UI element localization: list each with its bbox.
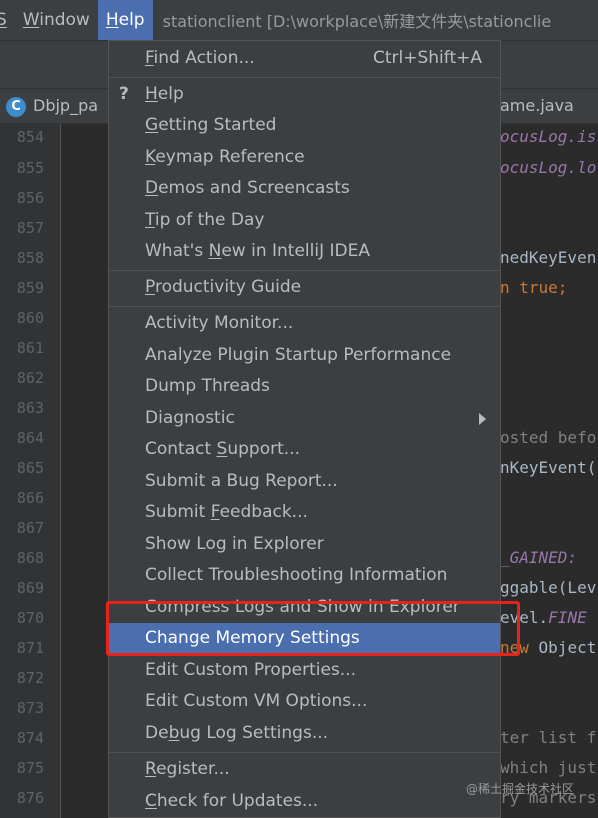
java-class-icon: C [6,96,26,117]
submenu-arrow-icon [479,413,486,425]
menu-item-edit-custom-vm-options[interactable]: Edit Custom VM Options... [109,686,500,717]
line-number: 873 [16,699,44,717]
line-number: 862 [16,369,44,387]
tab-label: ame.java [500,96,574,115]
menu-item-register[interactable]: Register... [109,754,500,785]
line-number: 854 [16,128,44,146]
help-menu: Find Action... Ctrl+Shift+A ? Help Getti… [108,40,501,818]
line-number: 867 [16,519,44,537]
menu-bar: S Window Help stationclient [D:\workplac… [0,0,598,41]
line-number: 876 [16,789,44,807]
menu-separator [109,270,500,271]
menu-item-help[interactable]: ? Help [109,79,500,110]
highlight-box [106,601,520,656]
menu-item-show-log[interactable]: Show Log in Explorer [109,529,500,560]
menubar-item-help[interactable]: Help [97,0,153,40]
code-line: ocusLog.lo [500,158,597,177]
line-number: 861 [16,339,44,357]
watermark: @稀土掘金技术社区 [466,782,575,796]
menu-item-submit-bug-report[interactable]: Submit a Bug Report... [109,466,500,497]
line-number: 868 [16,549,44,567]
help-question-icon: ? [119,84,129,104]
menubar-item-window[interactable]: Window [15,0,98,40]
line-number: 865 [16,459,44,477]
code-line: ter list f [500,728,597,747]
menu-item-submit-feedback[interactable]: Submit Feedback... [109,497,500,528]
menu-item-keymap-reference[interactable]: Keymap Reference [109,142,500,173]
line-number: 871 [16,639,44,657]
window-title: stationclient [D:\workplace\新建文件夹\statio… [162,12,552,31]
line-number: 860 [16,309,44,327]
menu-item-productivity-guide[interactable]: Productivity Guide [109,272,500,303]
line-number: 874 [16,729,44,747]
menu-item-find-action[interactable]: Find Action... Ctrl+Shift+A [109,43,500,74]
line-number: 859 [16,279,44,297]
line-number: 858 [16,249,44,267]
code-line: nedKeyEven [500,248,597,267]
menubar-item-s[interactable]: S [0,0,15,40]
menu-separator [109,752,500,753]
line-number: 864 [16,429,44,447]
menu-item-check-for-updates[interactable]: Check for Updates... [109,786,500,817]
code-line: which just [500,758,597,777]
line-number: 870 [16,609,44,627]
menu-item-getting-started[interactable]: Getting Started [109,110,500,141]
line-number: 856 [16,189,44,207]
menu-item-collect-troubleshooting[interactable]: Collect Troubleshooting Information [109,560,500,591]
menu-separator [109,77,500,78]
line-number: 857 [16,219,44,237]
code-line: _GAINED: [500,548,578,567]
code-line: nKeyEvent( [500,458,597,477]
menu-item-dump-threads[interactable]: Dump Threads [109,371,500,402]
line-number-gutter: 854 855 856 857 858 859 860 861 862 863 … [0,124,61,818]
menu-item-demos-screencasts[interactable]: Demos and Screencasts [109,173,500,204]
code-line: osted befo [500,428,597,447]
menu-item-diagnostic[interactable]: Diagnostic [109,403,500,434]
line-number: 855 [16,159,44,177]
menu-item-debug-log-settings[interactable]: Debug Log Settings... [109,718,500,749]
line-number: 869 [16,579,44,597]
menu-item-whats-new[interactable]: What's New in IntelliJ IDEA [109,236,500,267]
menu-item-activity-monitor[interactable]: Activity Monitor... [109,308,500,339]
line-number: 863 [16,399,44,417]
menu-item-edit-custom-properties[interactable]: Edit Custom Properties... [109,655,500,686]
tab-java-file[interactable]: ame.java [500,89,574,123]
code-line: n true; [500,278,568,297]
menu-separator [109,306,500,307]
line-number: 866 [16,489,44,507]
code-line: ocusLog.is [500,127,597,146]
tab-label: Dbjp_pa [33,96,99,115]
line-number: 875 [16,759,44,777]
code-line: ggable(Lev [500,578,597,597]
menu-item-analyze-plugin[interactable]: Analyze Plugin Startup Performance [109,340,500,371]
line-number: 872 [16,669,44,687]
menu-item-contact-support[interactable]: Contact Support... [109,434,500,465]
shortcut-label: Ctrl+Shift+A [372,48,482,68]
menu-item-tip-of-the-day[interactable]: Tip of the Day [109,205,500,236]
tab-dbjp[interactable]: C Dbjp_pa [6,89,98,123]
